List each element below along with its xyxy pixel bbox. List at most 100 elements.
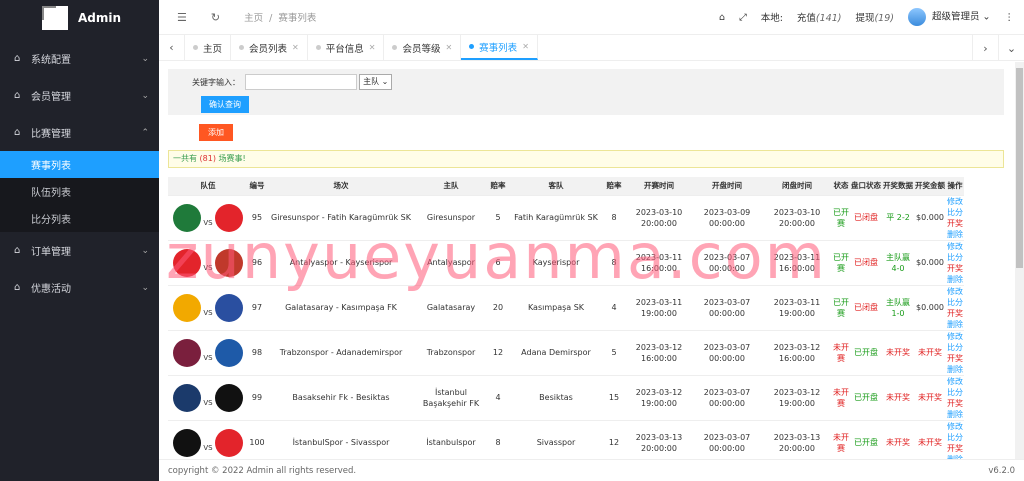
delete-link[interactable]: 删除: [947, 410, 963, 419]
away-team: Fatih Karagümrük SK: [510, 194, 602, 240]
scrollbar[interactable]: [1015, 62, 1024, 459]
match-id: 97: [248, 284, 266, 330]
open-time: 2023-03-09 00:00:00: [692, 194, 762, 240]
result-data: 未开奖: [882, 374, 914, 420]
edit-link[interactable]: 修改: [947, 377, 963, 386]
actions-cell: 修改 比分 开奖 删除: [946, 239, 964, 285]
home-odds: 6: [486, 239, 510, 285]
market-status: 已开盘: [850, 374, 882, 420]
home-icon: ⌂: [14, 245, 21, 256]
prize-amount: 未开奖: [914, 419, 946, 459]
home-team-logo: [173, 248, 202, 277]
chevron-up-icon: ⌃: [141, 127, 149, 138]
tab-member-list[interactable]: 会员列表 ✕: [231, 35, 308, 60]
edit-link[interactable]: 修改: [947, 332, 963, 341]
local-label[interactable]: 本地:: [761, 10, 783, 24]
menu-toggle-icon[interactable]: ☰: [177, 11, 187, 24]
tab-member-level[interactable]: 会员等级 ✕: [384, 35, 462, 60]
chevron-down-icon: ⌄: [141, 90, 149, 101]
prize-amount: $0.000: [914, 239, 946, 285]
tab-platform-info[interactable]: 平台信息 ✕: [308, 35, 385, 60]
sidebar-item-promotions[interactable]: ⌂ 优惠活动 ⌄: [0, 269, 159, 306]
breadcrumb-home[interactable]: 主页: [244, 13, 263, 24]
edit-link[interactable]: 修改: [947, 197, 963, 206]
home-icon[interactable]: ⌂: [719, 12, 725, 23]
score-link[interactable]: 比分: [947, 343, 963, 352]
more-vertical-icon[interactable]: ⋮: [1005, 12, 1015, 23]
close-icon[interactable]: ✕: [445, 43, 452, 52]
home-team-logo: [173, 293, 202, 322]
draw-link[interactable]: 开奖: [947, 309, 963, 318]
start-time: 2023-03-10 20:00:00: [626, 194, 692, 240]
score-link[interactable]: 比分: [947, 433, 963, 442]
close-icon[interactable]: ✕: [522, 42, 529, 51]
home-team-logo: [173, 338, 202, 367]
market-status: 已闭盘: [850, 239, 882, 285]
score-link[interactable]: 比分: [947, 253, 963, 262]
recharge-link[interactable]: 充值(141): [797, 10, 842, 24]
score-link[interactable]: 比分: [947, 208, 963, 217]
tabs-next-icon[interactable]: ›: [972, 35, 998, 61]
close-icon[interactable]: ✕: [369, 43, 376, 52]
market-status: 已开盘: [850, 329, 882, 375]
delete-link[interactable]: 删除: [947, 275, 963, 284]
tab-home[interactable]: 主页: [185, 35, 232, 60]
delete-link[interactable]: 删除: [947, 365, 963, 374]
prize-amount: 未开奖: [914, 374, 946, 420]
tabs-prev-icon[interactable]: ‹: [159, 35, 185, 60]
table-row: VS 95 Giresunspor - Fatih Karagümrük SK Gir…: [168, 194, 964, 240]
breadcrumb-current: 赛事列表: [278, 13, 317, 24]
edit-link[interactable]: 修改: [947, 287, 963, 296]
score-link[interactable]: 比分: [947, 388, 963, 397]
sidebar-item-member-management[interactable]: ⌂ 会员管理 ⌄: [0, 77, 159, 114]
start-time: 2023-03-13 20:00:00: [626, 419, 692, 459]
search-form: 关键字输入： 主队 ⌄ 确认查询: [168, 69, 1004, 115]
draw-link[interactable]: 开奖: [947, 354, 963, 363]
edit-link[interactable]: 修改: [947, 422, 963, 431]
close-icon[interactable]: ✕: [292, 43, 299, 52]
score-link[interactable]: 比分: [947, 298, 963, 307]
match-id: 98: [248, 329, 266, 375]
match-name: Antalyaspor - Kayserispor: [266, 239, 416, 285]
table-row: VS 100 İstanbulSpor - Sivasspor İstanbulspo…: [168, 419, 964, 459]
close-time: 2023-03-13 20:00:00: [762, 419, 832, 459]
home-odds: 12: [486, 329, 510, 375]
delete-link[interactable]: 删除: [947, 320, 963, 329]
sidebar-item-team-list[interactable]: 队伍列表: [0, 178, 159, 205]
draw-link[interactable]: 开奖: [947, 264, 963, 273]
withdraw-link[interactable]: 提现(19): [855, 10, 894, 24]
keyword-input[interactable]: [244, 74, 357, 90]
draw-link[interactable]: 开奖: [947, 399, 963, 408]
match-name: Trabzonspor - Adanademirspor: [266, 329, 416, 375]
add-button[interactable]: 添加: [199, 124, 233, 141]
delete-link[interactable]: 删除: [947, 230, 963, 239]
home-odds: 20: [486, 284, 510, 330]
sidebar-item-system-config[interactable]: ⌂ 系统配置 ⌄: [0, 40, 159, 77]
draw-link[interactable]: 开奖: [947, 219, 963, 228]
match-status: 未开赛: [832, 329, 850, 375]
col-amount: 开奖金额: [914, 177, 946, 195]
draw-link[interactable]: 开奖: [947, 444, 963, 453]
match-name: İstanbulSpor - Sivasspor: [266, 419, 416, 459]
match-status: 未开赛: [832, 374, 850, 420]
tab-match-list[interactable]: 赛事列表 ✕: [461, 35, 538, 60]
team-logos-cell: VS: [168, 419, 248, 459]
team-logos: VS: [168, 203, 248, 232]
sidebar-item-order-management[interactable]: ⌂ 订单管理 ⌄: [0, 232, 159, 269]
sidebar-item-match-list[interactable]: 赛事列表: [0, 151, 159, 178]
fullscreen-icon[interactable]: ⤢: [739, 12, 747, 23]
result-data: 平 2-2: [882, 194, 914, 240]
sidebar-item-match-management[interactable]: ⌂ 比赛管理 ⌃: [0, 114, 159, 151]
open-time: 2023-03-07 00:00:00: [692, 419, 762, 459]
scrollbar-thumb[interactable]: [1016, 68, 1023, 268]
sidebar-item-score-list[interactable]: 比分列表: [0, 205, 159, 232]
tabs-menu-icon[interactable]: ⌄: [998, 35, 1024, 61]
col-home: 主队: [416, 177, 486, 195]
away-odds: 15: [602, 374, 626, 420]
field-select[interactable]: 主队 ⌄: [359, 74, 393, 90]
refresh-icon[interactable]: ↻: [211, 11, 220, 24]
user-menu[interactable]: 超级管理员 ⌄: [907, 8, 991, 26]
away-team-logo: [214, 383, 243, 412]
query-button[interactable]: 确认查询: [201, 96, 249, 113]
edit-link[interactable]: 修改: [947, 242, 963, 251]
